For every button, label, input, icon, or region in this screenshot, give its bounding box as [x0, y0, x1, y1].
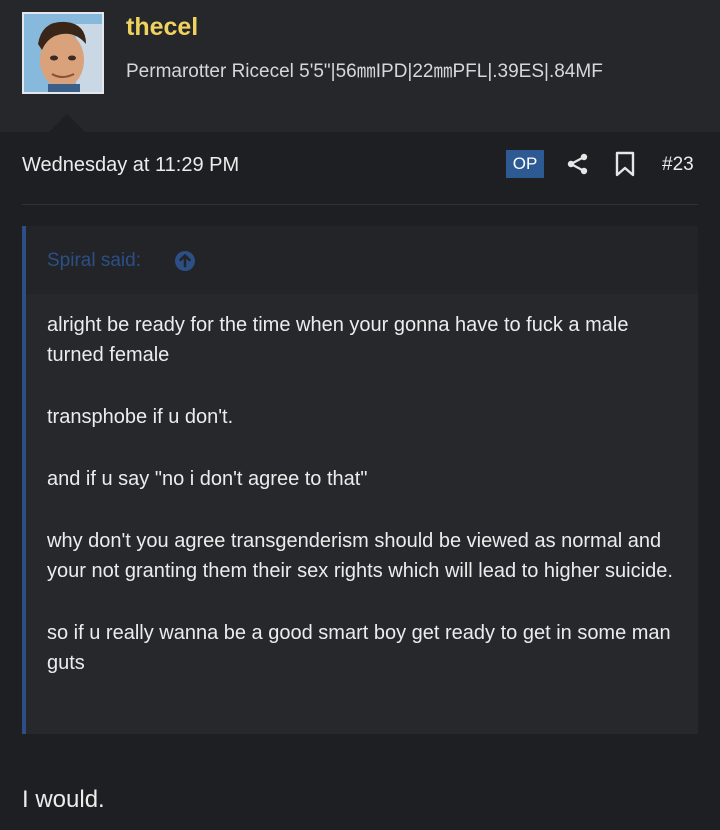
share-icon[interactable] — [566, 152, 590, 176]
username[interactable]: thecel — [126, 13, 198, 42]
quote-paragraph: and if u say "no i don't agree to that" — [47, 468, 368, 490]
post-date[interactable]: Wednesday at 11:29 PM — [22, 154, 239, 177]
post-message: I would. — [22, 786, 105, 813]
quote-header: Spiral said: — [26, 226, 698, 294]
quote-paragraph: alright be ready for the time when your … — [47, 314, 629, 366]
arrow-up-circle-icon[interactable] — [174, 250, 196, 272]
header-notch — [49, 114, 85, 132]
avatar[interactable] — [22, 12, 104, 94]
op-badge: OP — [506, 150, 544, 178]
quote-body: alright be ready for the time when your … — [47, 310, 677, 710]
quote-paragraph: transphobe if u don't. — [47, 406, 234, 428]
quote-block: Spiral said: alright be ready for the ti… — [22, 226, 698, 734]
post-number[interactable]: #23 — [662, 154, 694, 176]
user-title: Permarotter Ricecel 5'5"|56㎜IPD|22㎜PFL|.… — [126, 61, 603, 82]
quote-author[interactable]: Spiral said: — [47, 250, 141, 272]
bookmark-icon[interactable] — [614, 151, 636, 177]
quote-paragraph: so if u really wanna be a good smart boy… — [47, 622, 671, 674]
quote-paragraph: why don't you agree transgenderism shoul… — [47, 530, 673, 582]
divider — [22, 204, 698, 205]
avatar-image — [24, 14, 102, 92]
